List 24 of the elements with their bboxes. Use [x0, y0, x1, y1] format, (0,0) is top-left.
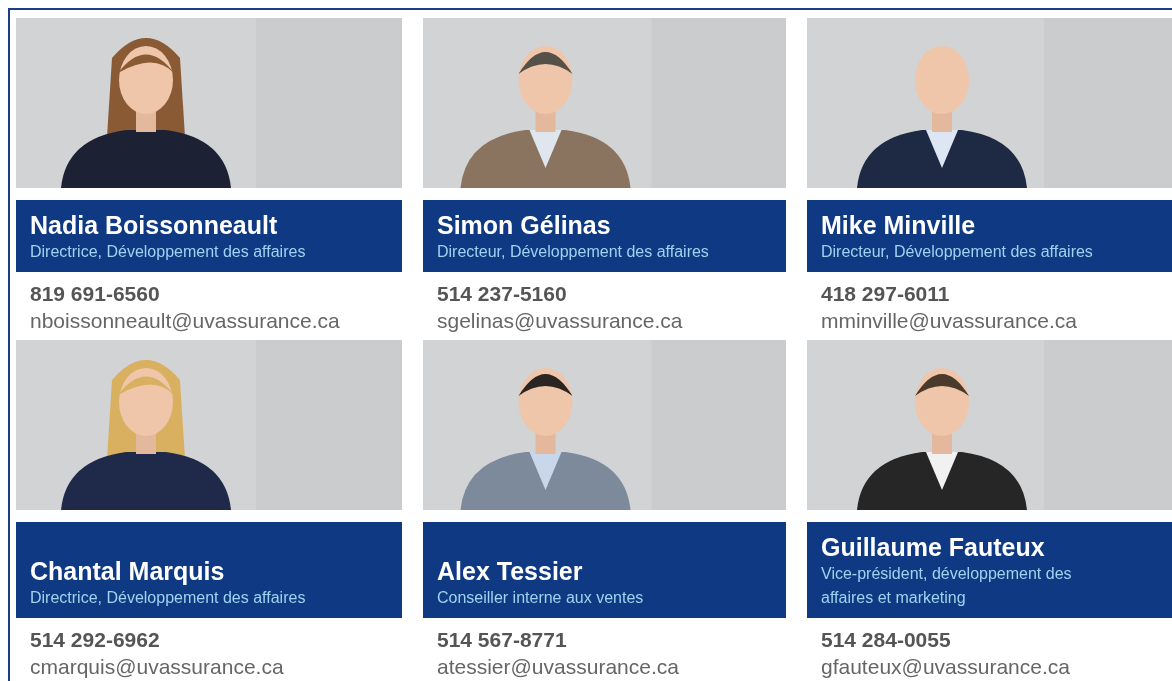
person-name: Simon Gélinas [437, 210, 612, 240]
email-address: gfauteux@uvassurance.ca [821, 654, 1071, 680]
phone-number: 418 297-6011 [821, 281, 951, 307]
person-name: Alex Tessier [437, 556, 584, 586]
email-address: sgelinas@uvassurance.ca [437, 308, 684, 334]
person-name: Mike Minville [821, 210, 977, 240]
person-name: Guillaume Fauteux [821, 532, 1046, 562]
job-title: Vice-président, développement des affaires et marketing [821, 564, 1073, 608]
phone-number: 514 567-8771 [437, 627, 568, 653]
phone-number: 819 691-6560 [30, 281, 161, 307]
job-title: Directeur, Développement des affaires [821, 242, 1094, 262]
person-name: Nadia Boissonneault [30, 210, 279, 240]
phone-number: 514 237-5160 [437, 281, 568, 307]
email-address: cmarquis@uvassurance.ca [30, 654, 285, 680]
person-name: Chantal Marquis [30, 556, 226, 586]
job-title: Directrice, Développement des affaires [30, 242, 307, 262]
job-title: Directrice, Développement des affaires [30, 588, 307, 608]
phone-number: 514 284-0055 [821, 627, 952, 653]
phone-number: 514 292-6962 [30, 627, 161, 653]
job-title: Conseiller interne aux ventes [437, 588, 645, 608]
email-address: nboissonneault@uvassurance.ca [30, 308, 341, 334]
email-address: mminville@uvassurance.ca [821, 308, 1078, 334]
email-address: atessier@uvassurance.ca [437, 654, 680, 680]
job-title: Directeur, Développement des affaires [437, 242, 710, 262]
